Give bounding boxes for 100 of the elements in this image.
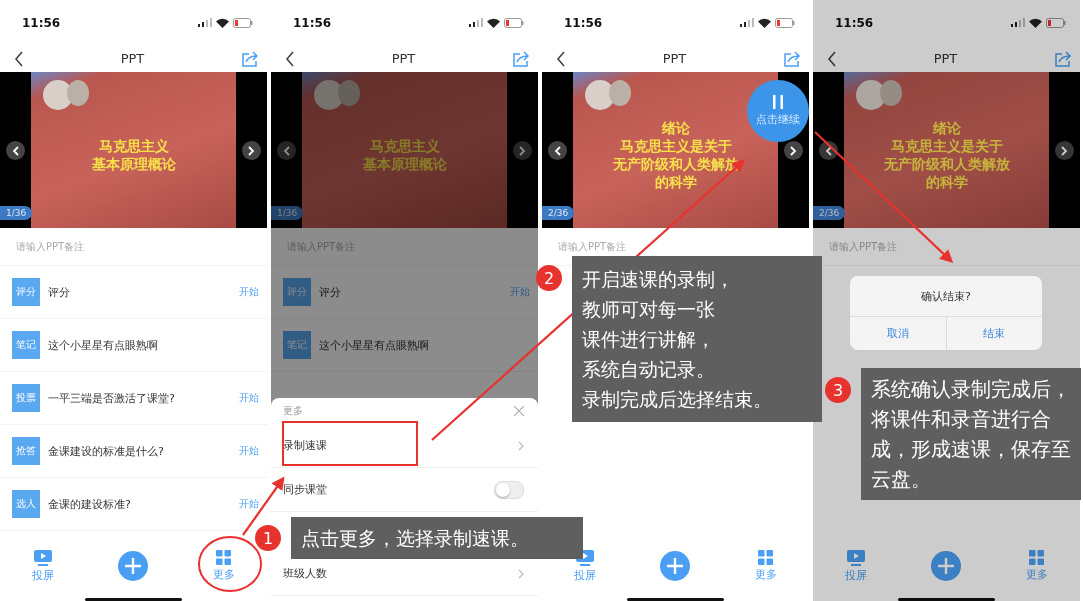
activity-tag: 笔记 (12, 331, 40, 359)
wifi-icon (487, 17, 500, 28)
activity-tag: 抢答 (12, 437, 40, 465)
chevron-right-icon (790, 145, 797, 156)
back-icon[interactable] (556, 50, 566, 67)
next-slide-button[interactable] (784, 141, 803, 160)
menu-item[interactable]: 班级人数 (283, 566, 327, 581)
activity-title[interactable]: 金课建设的标准是什么? (48, 443, 231, 459)
start-link[interactable]: 开始 (510, 285, 530, 299)
portrait-placeholder (338, 80, 360, 106)
activity-title[interactable]: 这个小星星有点眼熟啊 (48, 337, 259, 353)
next-slide-button[interactable] (242, 141, 261, 160)
slide-title: 绪论 (661, 119, 690, 137)
wifi-icon (1029, 17, 1042, 28)
activity-tag: 选人 (12, 490, 40, 518)
page-counter: 2/36 (813, 206, 846, 220)
cast-screen-button[interactable]: 投屏 (845, 549, 868, 583)
chevron-left-icon (12, 145, 19, 156)
dialog-button[interactable]: 取消 (850, 317, 946, 350)
next-slide-button[interactable] (1055, 141, 1074, 160)
portrait-placeholder (67, 80, 89, 106)
more-button[interactable]: 更多 (212, 550, 235, 582)
note-input-field[interactable]: 请输入PPT备注 (558, 239, 627, 254)
previous-slide-button[interactable] (548, 141, 567, 160)
signal-icon (740, 18, 754, 27)
more-button[interactable]: 更多 (1025, 550, 1048, 582)
start-link[interactable]: 开始 (239, 444, 259, 458)
chevron-right-icon (518, 440, 524, 451)
monitor-play-icon (847, 549, 866, 566)
note-input-field[interactable]: 请输入PPT备注 (829, 239, 898, 254)
cast-screen-button[interactable]: 投屏 (32, 549, 55, 583)
portrait-placeholder (43, 80, 73, 110)
menu-item[interactable]: 同步课堂 (283, 482, 327, 497)
wifi-icon (758, 17, 771, 28)
signal-icon (198, 18, 212, 27)
battery-icon (1046, 17, 1066, 28)
portrait-placeholder (609, 80, 631, 106)
menu-item[interactable]: 录制速课 (283, 438, 327, 453)
screen-title: PPT (933, 51, 958, 66)
dialog-button[interactable]: 结束 (945, 317, 1042, 350)
share-icon[interactable] (783, 50, 801, 67)
next-slide-button[interactable] (513, 141, 532, 160)
share-icon[interactable] (1054, 50, 1072, 67)
slide-title: 马克思主义是关于 (890, 137, 1003, 155)
battery-icon (775, 17, 795, 28)
activity-title[interactable]: 评分 (48, 284, 231, 300)
grid-icon (1029, 550, 1045, 565)
start-link[interactable]: 开始 (239, 391, 259, 405)
previous-slide-button[interactable] (819, 141, 838, 160)
signal-icon (1011, 18, 1025, 27)
slide-title: 无产阶级和人类解放 (883, 155, 1010, 173)
back-icon[interactable] (827, 50, 837, 67)
back-icon[interactable] (285, 50, 295, 67)
signal-icon (469, 18, 483, 27)
start-link[interactable]: 开始 (239, 497, 259, 511)
activity-tag: 评分 (283, 278, 311, 306)
grid-icon (216, 550, 232, 565)
chevron-left-icon (554, 145, 561, 156)
note-input-field[interactable]: 请输入PPT备注 (16, 239, 85, 254)
sheet-title: 更多 (283, 404, 303, 418)
add-button[interactable] (931, 551, 962, 581)
callout-text: 系统确认录制完成后，将课件和录音进行合成，形成速课，保存至云盘。 (871, 376, 1071, 493)
activity-title[interactable]: 一平三端是否激活了课堂? (48, 390, 231, 406)
callout-text: 点击更多，选择录制速课。 (301, 526, 530, 551)
add-button[interactable] (118, 551, 149, 581)
plus-icon (125, 558, 142, 574)
add-button[interactable] (660, 551, 691, 581)
back-icon[interactable] (14, 50, 24, 67)
slide-title: 的科学 (925, 173, 968, 191)
slide-title: 基本原理概论 (91, 155, 176, 173)
pause-recording-button[interactable]: 点击继续 (747, 80, 809, 142)
toggle-switch[interactable] (494, 480, 524, 499)
highlight-ellipse (198, 536, 262, 592)
slide-title: 基本原理概论 (362, 155, 447, 173)
previous-slide-button[interactable] (6, 141, 25, 160)
callout-text: 教师可对每一张 (582, 297, 716, 322)
start-link[interactable]: 开始 (239, 285, 259, 299)
share-icon[interactable] (512, 50, 530, 67)
callout-text: 课件进行讲解， (582, 327, 716, 352)
pause-icon (773, 95, 783, 109)
page-counter: 2/36 (542, 206, 575, 220)
share-icon[interactable] (241, 50, 259, 67)
activity-title[interactable]: 金课的建设标准? (48, 496, 231, 512)
monitor-play-icon (34, 549, 53, 566)
slide-title: 马克思主义是关于 (619, 137, 732, 155)
activity-tag: 笔记 (283, 331, 311, 359)
activity-title[interactable]: 这个小星星有点眼熟啊 (319, 337, 530, 353)
more-button[interactable]: 更多 (754, 550, 777, 582)
wifi-icon (216, 17, 229, 28)
page-counter: 1/36 (0, 206, 33, 220)
previous-slide-button[interactable] (277, 141, 296, 160)
status-time: 11:56 (835, 15, 874, 30)
activity-title[interactable]: 评分 (319, 284, 502, 300)
dialog-message: 确认结束? (850, 276, 1042, 317)
status-time: 11:56 (293, 15, 332, 30)
slide-title: 的科学 (654, 173, 697, 191)
screen-title: PPT (120, 51, 145, 66)
page-counter: 1/36 (271, 206, 304, 220)
plus-icon (667, 558, 684, 574)
portrait-placeholder (856, 80, 886, 110)
